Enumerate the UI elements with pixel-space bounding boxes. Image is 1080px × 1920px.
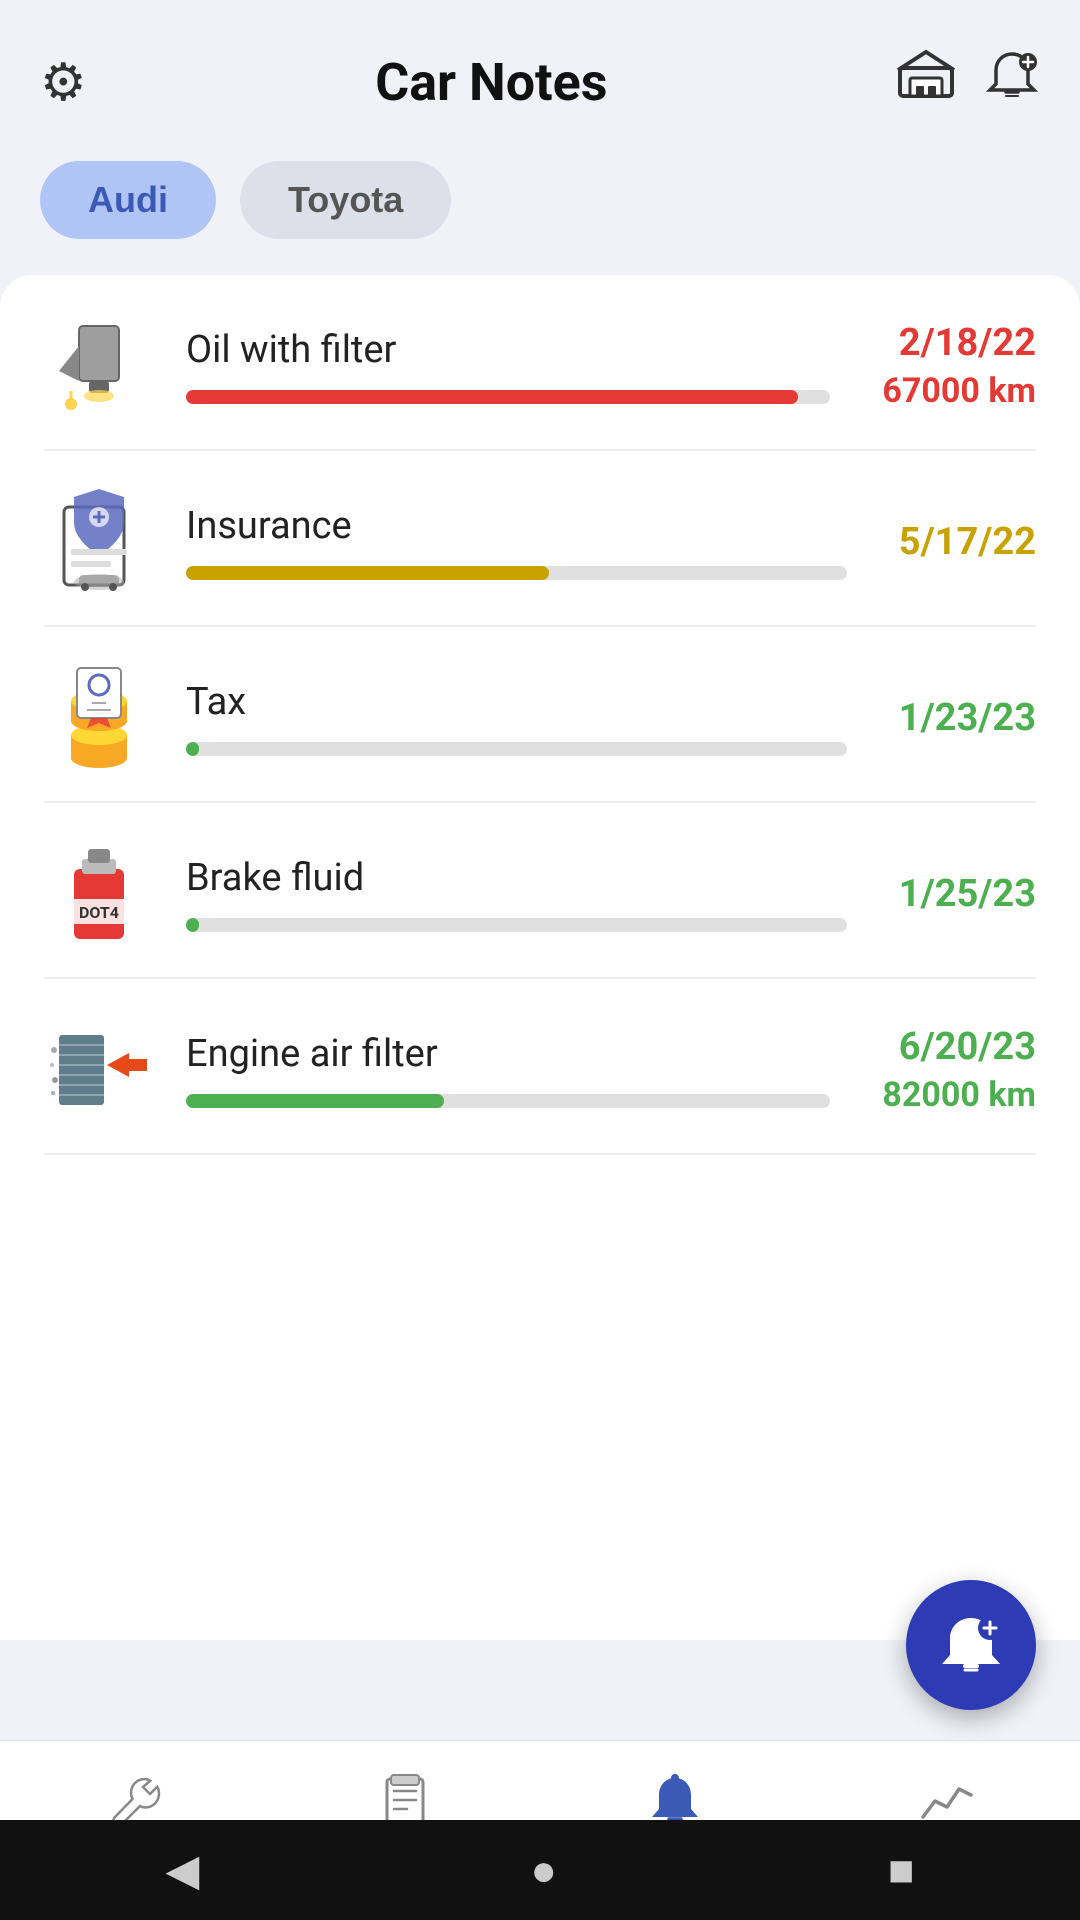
engine-air-filter-date-line1: 6/20/23 [882, 1025, 1036, 1069]
engine-air-filter-name: Engine air filter [186, 1032, 830, 1076]
oil-name: Oil with filter [186, 328, 830, 372]
tax-name: Tax [186, 680, 847, 724]
oil-date-line2: 67000 km [882, 371, 1036, 411]
garage-icon[interactable] [896, 48, 956, 117]
reminder-item[interactable]: Engine air filter 6/20/23 82000 km [0, 979, 1080, 1125]
header-actions [896, 48, 1040, 117]
insurance-progress-bg [186, 566, 847, 580]
oil-progress-fill [186, 390, 798, 404]
oil-icon [44, 311, 154, 421]
insurance-name: Insurance [186, 504, 847, 548]
oil-date-line1: 2/18/22 [882, 321, 1036, 365]
tax-icon [44, 663, 154, 773]
home-button[interactable]: ● [530, 1844, 557, 1896]
app-title: Car Notes [87, 52, 896, 113]
reminder-item[interactable]: Oil with filter 2/18/22 67000 km [0, 275, 1080, 421]
brake-fluid-date-line1: 1/25/23 [899, 872, 1036, 916]
brake-fluid-content: Brake fluid [186, 856, 847, 932]
insurance-progress-fill [186, 566, 549, 580]
android-nav-bar: ◀ ● ■ [0, 1820, 1080, 1920]
settings-icon[interactable]: ⚙ [40, 52, 87, 113]
svg-text:DOT4: DOT4 [79, 903, 119, 922]
tax-content: Tax [186, 680, 847, 756]
brake-fluid-progress-bg [186, 918, 847, 932]
car-tabs: Audi Toyota [0, 141, 1080, 275]
reminder-item[interactable]: Tax 1/23/23 [0, 627, 1080, 773]
app-header: ⚙ Car Notes [0, 0, 1080, 141]
reminder-item[interactable]: DOT4 Brake fluid 1/25/23 [0, 803, 1080, 949]
brake-fluid-progress-fill [186, 918, 199, 932]
reminder-list: Oil with filter 2/18/22 67000 km [0, 275, 1080, 1640]
insurance-icon [44, 487, 154, 597]
tax-date: 1/23/23 [899, 696, 1036, 740]
engine-air-filter-date-line2: 82000 km [882, 1075, 1036, 1115]
engine-air-filter-progress-fill [186, 1094, 444, 1108]
oil-date: 2/18/22 67000 km [882, 321, 1036, 411]
back-button[interactable]: ◀ [166, 1844, 200, 1896]
recent-button[interactable]: ■ [888, 1844, 915, 1896]
brake-fluid-date: 1/25/23 [899, 872, 1036, 916]
insurance-content: Insurance [186, 504, 847, 580]
oil-content: Oil with filter [186, 328, 830, 404]
add-notification-icon[interactable] [984, 48, 1040, 117]
tax-date-line1: 1/23/23 [899, 696, 1036, 740]
engine-air-filter-date: 6/20/23 82000 km [882, 1025, 1036, 1115]
tab-audi[interactable]: Audi [40, 161, 216, 239]
brake-fluid-name: Brake fluid [186, 856, 847, 900]
insurance-date: 5/17/22 [899, 520, 1036, 564]
tax-progress-fill [186, 742, 199, 756]
reminder-item[interactable]: Insurance 5/17/22 [0, 451, 1080, 597]
tax-progress-bg [186, 742, 847, 756]
oil-progress-bg [186, 390, 830, 404]
add-reminder-fab[interactable] [906, 1580, 1036, 1710]
engine-air-filter-progress-bg [186, 1094, 830, 1108]
engine-air-filter-content: Engine air filter [186, 1032, 830, 1108]
engine-air-filter-icon [44, 1015, 154, 1125]
brake-fluid-icon: DOT4 [44, 839, 154, 949]
insurance-date-line1: 5/17/22 [899, 520, 1036, 564]
tab-toyota[interactable]: Toyota [240, 161, 451, 239]
